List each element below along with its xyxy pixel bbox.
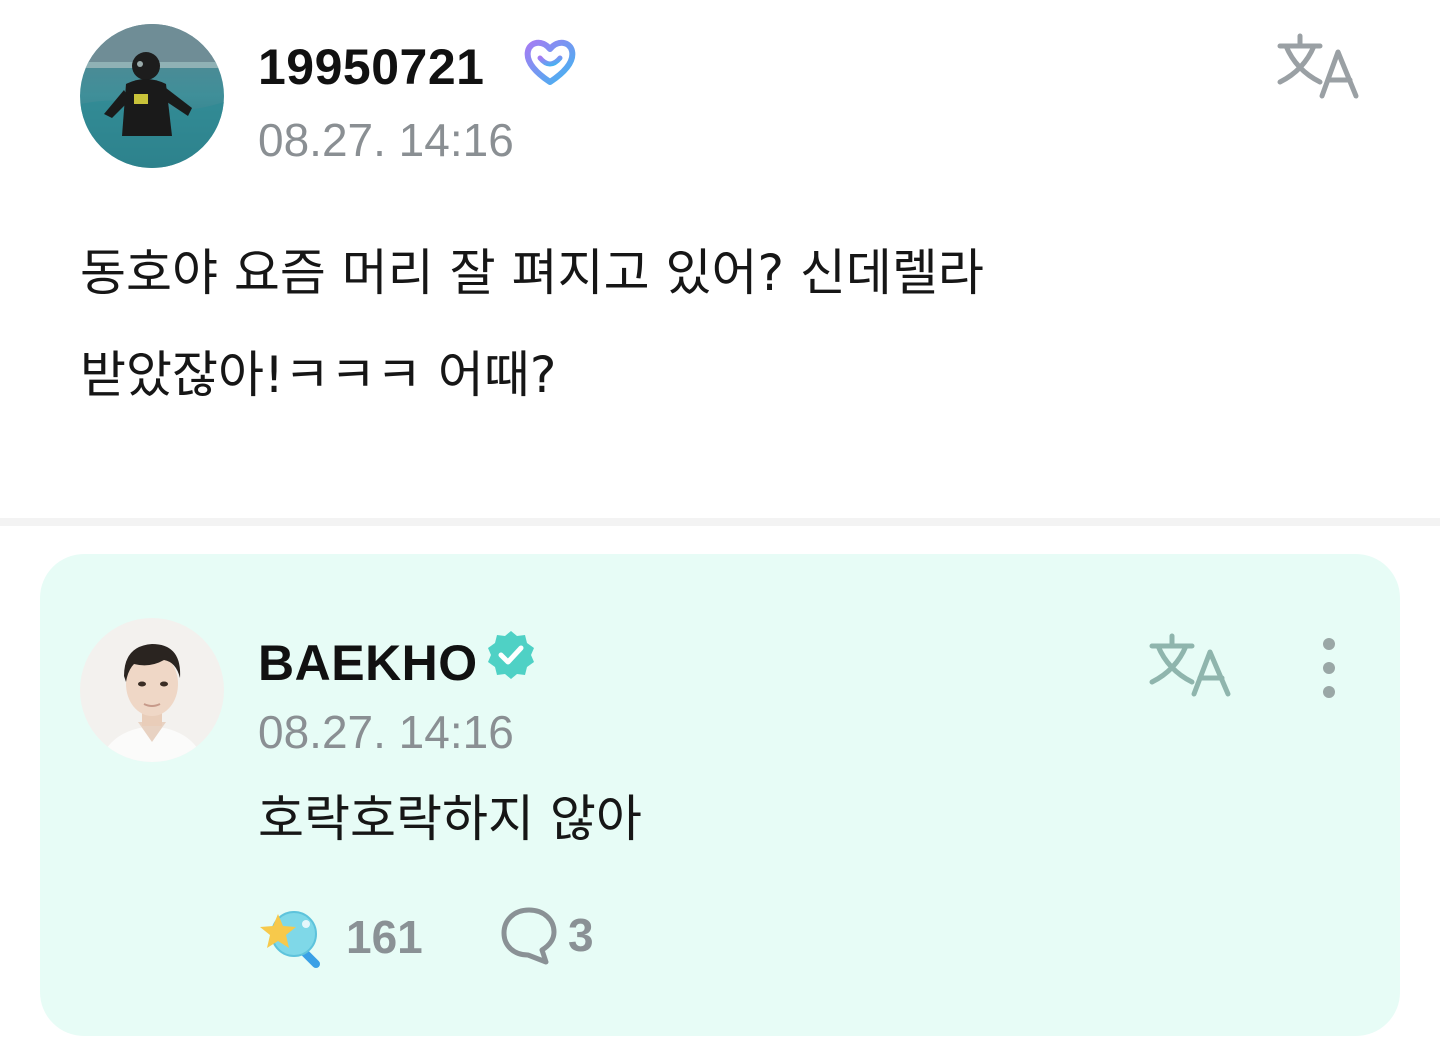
post-timestamp: 08.27. 14:16 (258, 114, 514, 166)
fan-membership-badge-icon (522, 36, 578, 88)
translate-icon (1277, 33, 1359, 99)
post-author-name[interactable]: 19950721 (258, 42, 484, 92)
more-vertical-icon (1323, 638, 1335, 698)
reply-timestamp: 08.27. 14:16 (258, 706, 514, 758)
post-translate-button[interactable] (1274, 30, 1364, 102)
reply-translate-button[interactable] (1146, 630, 1236, 700)
reply-author-name[interactable]: BAEKHO (258, 638, 478, 688)
comment-count: 3 (568, 909, 594, 961)
post-body-text: 동호야 요즘 머리 잘 펴지고 있어? 신데렐라 받았잖아!ㅋㅋㅋ 어때? (80, 244, 984, 404)
fan-post: 19950721 08.27. 14:16 동호야 요즘 머리 잘 펴지고 있어… (0, 0, 1440, 520)
translate-icon (1149, 633, 1231, 697)
artist-reply-card: BAEKHO 08.27. 14:16 호락호락하지 않아 161 3 (40, 554, 1400, 1036)
more-options-button[interactable] (1310, 634, 1348, 704)
like-count: 161 (346, 911, 423, 963)
star-wand-like-icon (260, 911, 320, 968)
verified-badge-icon (484, 628, 538, 682)
like-button[interactable]: 161 (258, 904, 423, 970)
speech-bubble-icon (501, 907, 557, 965)
comment-button[interactable]: 3 (500, 904, 594, 966)
reply-body-text: 호락호락하지 않아 (258, 790, 642, 848)
reply-author-avatar[interactable] (80, 618, 224, 762)
page: 19950721 08.27. 14:16 동호야 요즘 머리 잘 펴지고 있어… (0, 0, 1440, 1061)
section-divider (0, 518, 1440, 526)
post-author-avatar[interactable] (80, 24, 224, 168)
